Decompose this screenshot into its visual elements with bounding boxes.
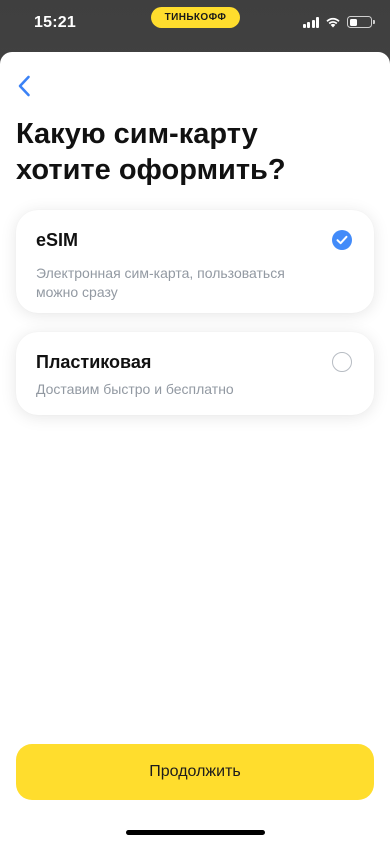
option-description: Электронная сим-карта, пользоваться можн… xyxy=(36,265,285,300)
status-icons xyxy=(302,15,375,29)
radio-selected[interactable] xyxy=(332,230,352,250)
wifi-icon xyxy=(326,17,340,28)
status-time: 15:21 xyxy=(34,14,76,31)
chevron-left-icon xyxy=(18,75,30,97)
battery-level xyxy=(349,18,357,26)
screen: 15:21 ТИНЬКОФФ Какую сим-карту хотите оф… xyxy=(0,0,390,845)
brand-pill: ТИНЬКОФФ xyxy=(151,7,240,28)
option-title: eSIM xyxy=(36,230,79,250)
option-card-plastic[interactable]: Пластиковая Доставим быстро и бесплатно xyxy=(16,332,374,415)
option-card-esim[interactable]: eSIM Электронная сим-карта, пользоваться… xyxy=(16,210,374,313)
option-title: Пластиковая xyxy=(36,352,152,372)
page-title: Какую сим-карту хотите оформить? xyxy=(16,118,286,186)
cellular-signal-icon xyxy=(302,16,319,28)
back-button[interactable] xyxy=(10,70,38,102)
status-bar: 15:21 ТИНЬКОФФ xyxy=(0,0,390,50)
bottom-sheet: Какую сим-карту хотите оформить? eSIM Эл… xyxy=(0,52,390,845)
home-indicator[interactable] xyxy=(126,830,265,835)
radio-unselected[interactable] xyxy=(332,352,352,372)
continue-button[interactable]: Продолжить xyxy=(16,744,374,800)
battery-icon xyxy=(347,16,375,28)
checkmark-icon xyxy=(336,235,348,245)
option-description: Доставим быстро и бесплатно xyxy=(36,381,234,397)
